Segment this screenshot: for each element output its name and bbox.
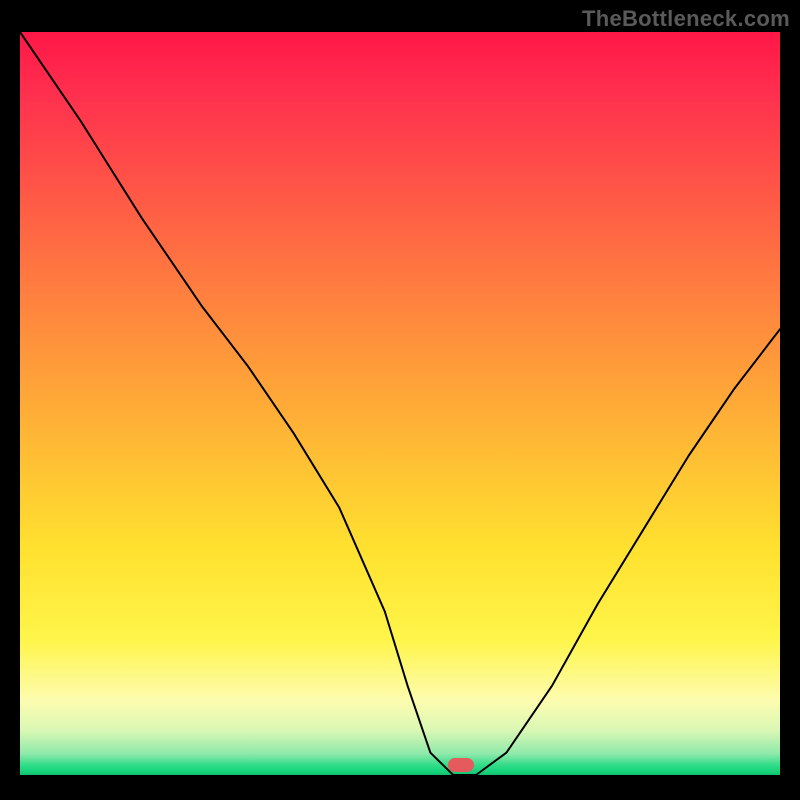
optimal-marker — [448, 758, 474, 772]
chart-frame: TheBottleneck.com — [0, 0, 800, 800]
curve-svg — [20, 32, 780, 792]
watermark-text: TheBottleneck.com — [582, 6, 790, 32]
plot-area — [20, 32, 780, 792]
bottleneck-curve — [20, 32, 780, 775]
